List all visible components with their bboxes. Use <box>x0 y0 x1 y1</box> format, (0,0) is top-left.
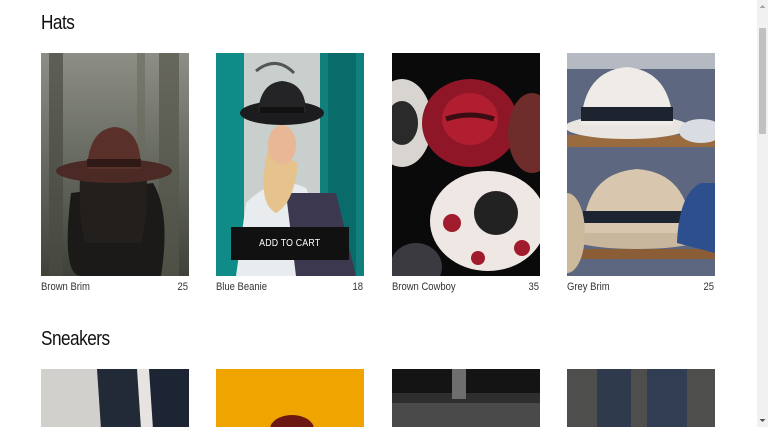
product-card-brown-cowboy[interactable]: Brown Cowboy 35 <box>392 53 540 293</box>
product-name: Brown Brim <box>41 281 90 293</box>
product-meta: Blue Beanie 18 <box>216 281 363 297</box>
product-price: 25 <box>177 281 189 293</box>
product-price: 35 <box>528 281 540 293</box>
add-to-cart-label: ADD TO CART <box>259 238 321 249</box>
section-title-sneakers[interactable]: Sneakers <box>41 328 110 351</box>
product-meta: Brown Brim 25 <box>41 281 188 297</box>
shop-preview-page: Hats Brown Brim 25 ADD TO CART Blue Bean… <box>0 0 757 427</box>
product-card-sneaker-4[interactable] <box>567 369 715 427</box>
product-card-sneaker-1[interactable] <box>41 369 189 427</box>
scroll-down-arrow-icon[interactable] <box>757 413 768 427</box>
product-card-blue-beanie[interactable]: ADD TO CART Blue Beanie 18 <box>216 53 364 293</box>
product-price: 25 <box>703 281 715 293</box>
section-title-hats[interactable]: Hats <box>41 12 75 35</box>
product-image-sneaker-3[interactable] <box>392 369 540 427</box>
product-name: Blue Beanie <box>216 281 268 293</box>
product-meta: Brown Cowboy 35 <box>392 281 539 297</box>
scroll-up-arrow-icon[interactable] <box>757 0 768 14</box>
vertical-scrollbar[interactable] <box>757 0 768 427</box>
add-to-cart-button[interactable]: ADD TO CART <box>231 227 349 260</box>
product-card-grey-brim[interactable]: Grey Brim 25 <box>567 53 715 293</box>
product-card-sneaker-2[interactable] <box>216 369 364 427</box>
scrollbar-thumb[interactable] <box>759 28 766 134</box>
product-image-blue-beanie[interactable]: ADD TO CART <box>216 53 364 276</box>
product-card-brown-brim[interactable]: Brown Brim 25 <box>41 53 189 293</box>
product-image-sneaker-4[interactable] <box>567 369 715 427</box>
product-image-brown-brim[interactable] <box>41 53 189 276</box>
product-name: Brown Cowboy <box>392 281 456 293</box>
product-meta: Grey Brim 25 <box>567 281 714 297</box>
product-image-sneaker-1[interactable] <box>41 369 189 427</box>
product-price: 18 <box>352 281 364 293</box>
product-name: Grey Brim <box>567 281 610 293</box>
product-image-brown-cowboy[interactable] <box>392 53 540 276</box>
product-image-sneaker-2[interactable] <box>216 369 364 427</box>
product-card-sneaker-3[interactable] <box>392 369 540 427</box>
product-image-grey-brim[interactable] <box>567 53 715 276</box>
